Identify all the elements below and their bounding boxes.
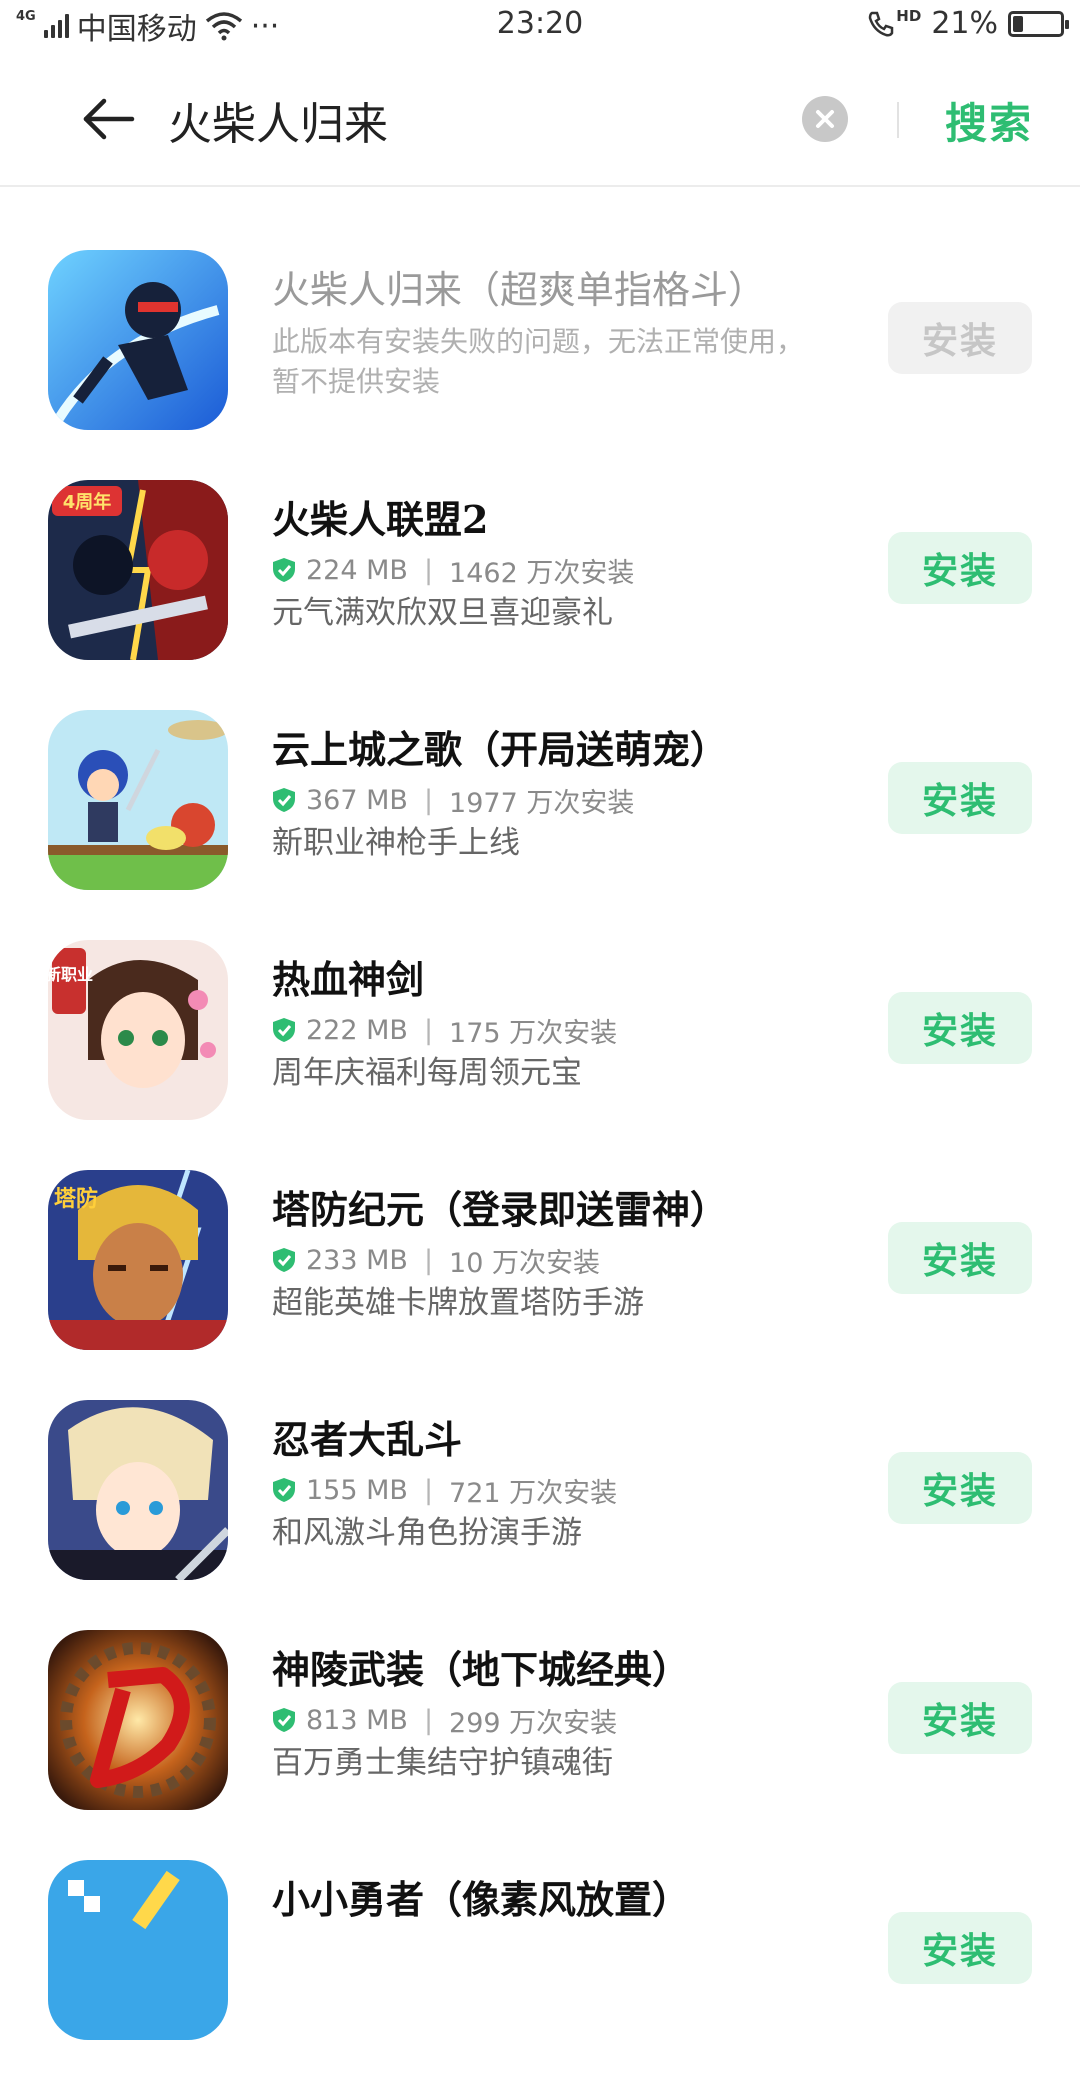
app-name: 小小勇者（像素风放置） — [272, 1877, 691, 1922]
app-size: 233 MB — [306, 1244, 408, 1276]
tower-defense-badge: 塔防 — [54, 1187, 98, 1212]
install-count: 10 万次安装 — [449, 1247, 600, 1279]
app-name: 神陵武装（地下城经典） — [272, 1647, 691, 1692]
app-name: 云上城之歌（开局送萌宠） — [272, 727, 729, 772]
app-description: 百万勇士集结守护镇魂街 — [272, 1745, 613, 1781]
item-text: 热血神剑 222 MB | 175 万次安装 周年庆福利每周领元宝 — [272, 956, 872, 1094]
hd-badge: HD — [896, 6, 922, 25]
verified-shield-icon — [273, 788, 295, 812]
back-arrow-icon[interactable] — [80, 97, 136, 141]
thunder-hero-icon: 塔防 — [48, 1170, 228, 1350]
install-button[interactable]: 安装 — [888, 1222, 1032, 1294]
item-text: 塔防纪元（登录即送雷神） 233 MB | 10 万次安装 超能英雄卡牌放置塔防… — [272, 1186, 872, 1324]
item-text: 火柴人归来（超爽单指格斗） 此版本有安装失败的问题，无法正常使用，暂不提供安装 — [272, 266, 872, 402]
list-item[interactable]: 忍者大乱斗 155 MB | 721 万次安装 和风激斗角色扮演手游 安装 — [0, 1384, 1080, 1614]
list-item[interactable]: 4周年 火柴人联盟2 224 MB | 1462 万次安装 元气满欢欣双旦喜迎豪… — [0, 464, 1080, 694]
app-name: 忍者大乱斗 — [272, 1417, 463, 1462]
app-description: 和风激斗角色扮演手游 — [272, 1515, 582, 1551]
battery-icon — [1008, 10, 1069, 37]
list-item[interactable]: 小小勇者（像素风放置） 安装 — [0, 1844, 1080, 2074]
clear-icon[interactable] — [802, 96, 848, 142]
app-size: 813 MB — [306, 1704, 408, 1736]
app-meta: 367 MB | 1977 万次安装 — [272, 780, 872, 820]
battery-percent: 21% — [931, 6, 998, 41]
list-item[interactable]: 云上城之歌（开局送萌宠） 367 MB | 1977 万次安装 新职业神枪手上线… — [0, 694, 1080, 924]
install-button[interactable]: 安装 — [888, 302, 1032, 374]
app-name: 火柴人联盟2 — [272, 497, 489, 542]
list-item[interactable]: 塔防 塔防纪元（登录即送雷神） 233 MB | 10 万次安装 超能英雄卡牌放… — [0, 1154, 1080, 1384]
app-meta: 155 MB | 721 万次安装 — [272, 1470, 872, 1510]
app-name: 热血神剑 — [272, 957, 425, 1002]
app-description: 新职业神枪手上线 — [272, 825, 520, 861]
install-button[interactable]: 安装 — [888, 1682, 1032, 1754]
signal-icon — [43, 14, 69, 38]
verified-shield-icon — [273, 1018, 295, 1042]
item-text: 火柴人联盟2 224 MB | 1462 万次安装 元气满欢欣双旦喜迎豪礼 — [272, 496, 872, 634]
install-button[interactable]: 安装 — [888, 532, 1032, 604]
app-name: 火柴人归来（超爽单指格斗） — [272, 268, 767, 312]
status-bar: 4G 中国移动 ··· 23:20 HD 21% — [0, 0, 1080, 52]
ninja-stickman-icon — [48, 250, 228, 430]
app-size: 367 MB — [306, 784, 408, 816]
app-size: 222 MB — [306, 1014, 408, 1046]
status-right: HD 21% — [866, 6, 1069, 41]
item-text: 忍者大乱斗 155 MB | 721 万次安装 和风激斗角色扮演手游 — [272, 1416, 872, 1554]
meta-separator: | — [423, 1244, 434, 1276]
install-count: 721 万次安装 — [449, 1477, 618, 1509]
battery-fill — [1013, 15, 1023, 32]
item-text: 小小勇者（像素风放置） — [272, 1876, 872, 1924]
search-header: 搜索 — [0, 52, 1080, 187]
app-meta: 224 MB | 1462 万次安装 — [272, 550, 872, 590]
install-count: 1462 万次安装 — [449, 557, 635, 589]
meta-separator: | — [423, 784, 434, 816]
app-notice: 此版本有安装失败的问题，无法正常使用，暂不提供安装 — [272, 325, 805, 398]
status-left: 4G 中国移动 ··· — [16, 4, 279, 48]
pixel-hero-icon — [48, 1860, 228, 2040]
verified-shield-icon — [273, 558, 295, 582]
cloud-city-icon — [48, 710, 228, 890]
meta-separator: | — [423, 1014, 434, 1046]
install-count: 175 万次安装 — [449, 1017, 618, 1049]
install-button[interactable]: 安装 — [888, 1912, 1032, 1984]
anniversary-badge: 4周年 — [63, 491, 112, 513]
install-button[interactable]: 安装 — [888, 992, 1032, 1064]
list-item[interactable]: 火柴人归来（超爽单指格斗） 此版本有安装失败的问题，无法正常使用，暂不提供安装 … — [0, 234, 1080, 464]
sword-girl-icon: 新职业 — [48, 940, 228, 1120]
stickman-league-icon: 4周年 — [48, 480, 228, 660]
item-text: 云上城之歌（开局送萌宠） 367 MB | 1977 万次安装 新职业神枪手上线 — [272, 726, 872, 864]
install-count: 1977 万次安装 — [449, 787, 635, 819]
meta-separator: | — [423, 1704, 434, 1736]
app-description: 周年庆福利每周领元宝 — [272, 1055, 582, 1091]
search-input[interactable] — [168, 80, 768, 160]
dungeon-d-icon — [48, 1630, 228, 1810]
search-button[interactable]: 搜索 — [945, 90, 1033, 151]
app-description: 元气满欢欣双旦喜迎豪礼 — [272, 595, 613, 631]
list-item[interactable]: 神陵武装（地下城经典） 813 MB | 299 万次安装 百万勇士集结守护镇魂… — [0, 1614, 1080, 1844]
verified-shield-icon — [273, 1248, 295, 1272]
app-name: 塔防纪元（登录即送雷神） — [272, 1187, 729, 1232]
wifi-icon — [205, 12, 242, 41]
app-meta: 222 MB | 175 万次安装 — [272, 1010, 872, 1050]
meta-separator: | — [423, 1474, 434, 1506]
install-count: 299 万次安装 — [449, 1707, 618, 1739]
meta-separator: | — [423, 554, 434, 586]
app-meta: 233 MB | 10 万次安装 — [272, 1240, 872, 1280]
app-description: 超能英雄卡牌放置塔防手游 — [272, 1285, 644, 1321]
app-size: 155 MB — [306, 1474, 408, 1506]
header-divider — [897, 102, 899, 138]
item-text: 神陵武装（地下城经典） 813 MB | 299 万次安装 百万勇士集结守护镇魂… — [272, 1646, 872, 1784]
install-button[interactable]: 安装 — [888, 1452, 1032, 1524]
hd-call-icon: HD — [866, 6, 922, 39]
more-indicator: ··· — [250, 8, 280, 44]
app-meta: 813 MB | 299 万次安装 — [272, 1700, 872, 1740]
verified-shield-icon — [273, 1478, 295, 1502]
verified-shield-icon — [273, 1708, 295, 1732]
install-button[interactable]: 安装 — [888, 762, 1032, 834]
network-type: 4G — [16, 9, 36, 24]
list-item[interactable]: 新职业 热血神剑 222 MB | 175 万次安装 周年庆福利每周领元宝 安装 — [0, 924, 1080, 1154]
ninja-boy-icon — [48, 1400, 228, 1580]
carrier-name: 中国移动 — [76, 12, 197, 47]
app-size: 224 MB — [306, 554, 408, 586]
new-class-badge: 新职业 — [48, 965, 93, 984]
